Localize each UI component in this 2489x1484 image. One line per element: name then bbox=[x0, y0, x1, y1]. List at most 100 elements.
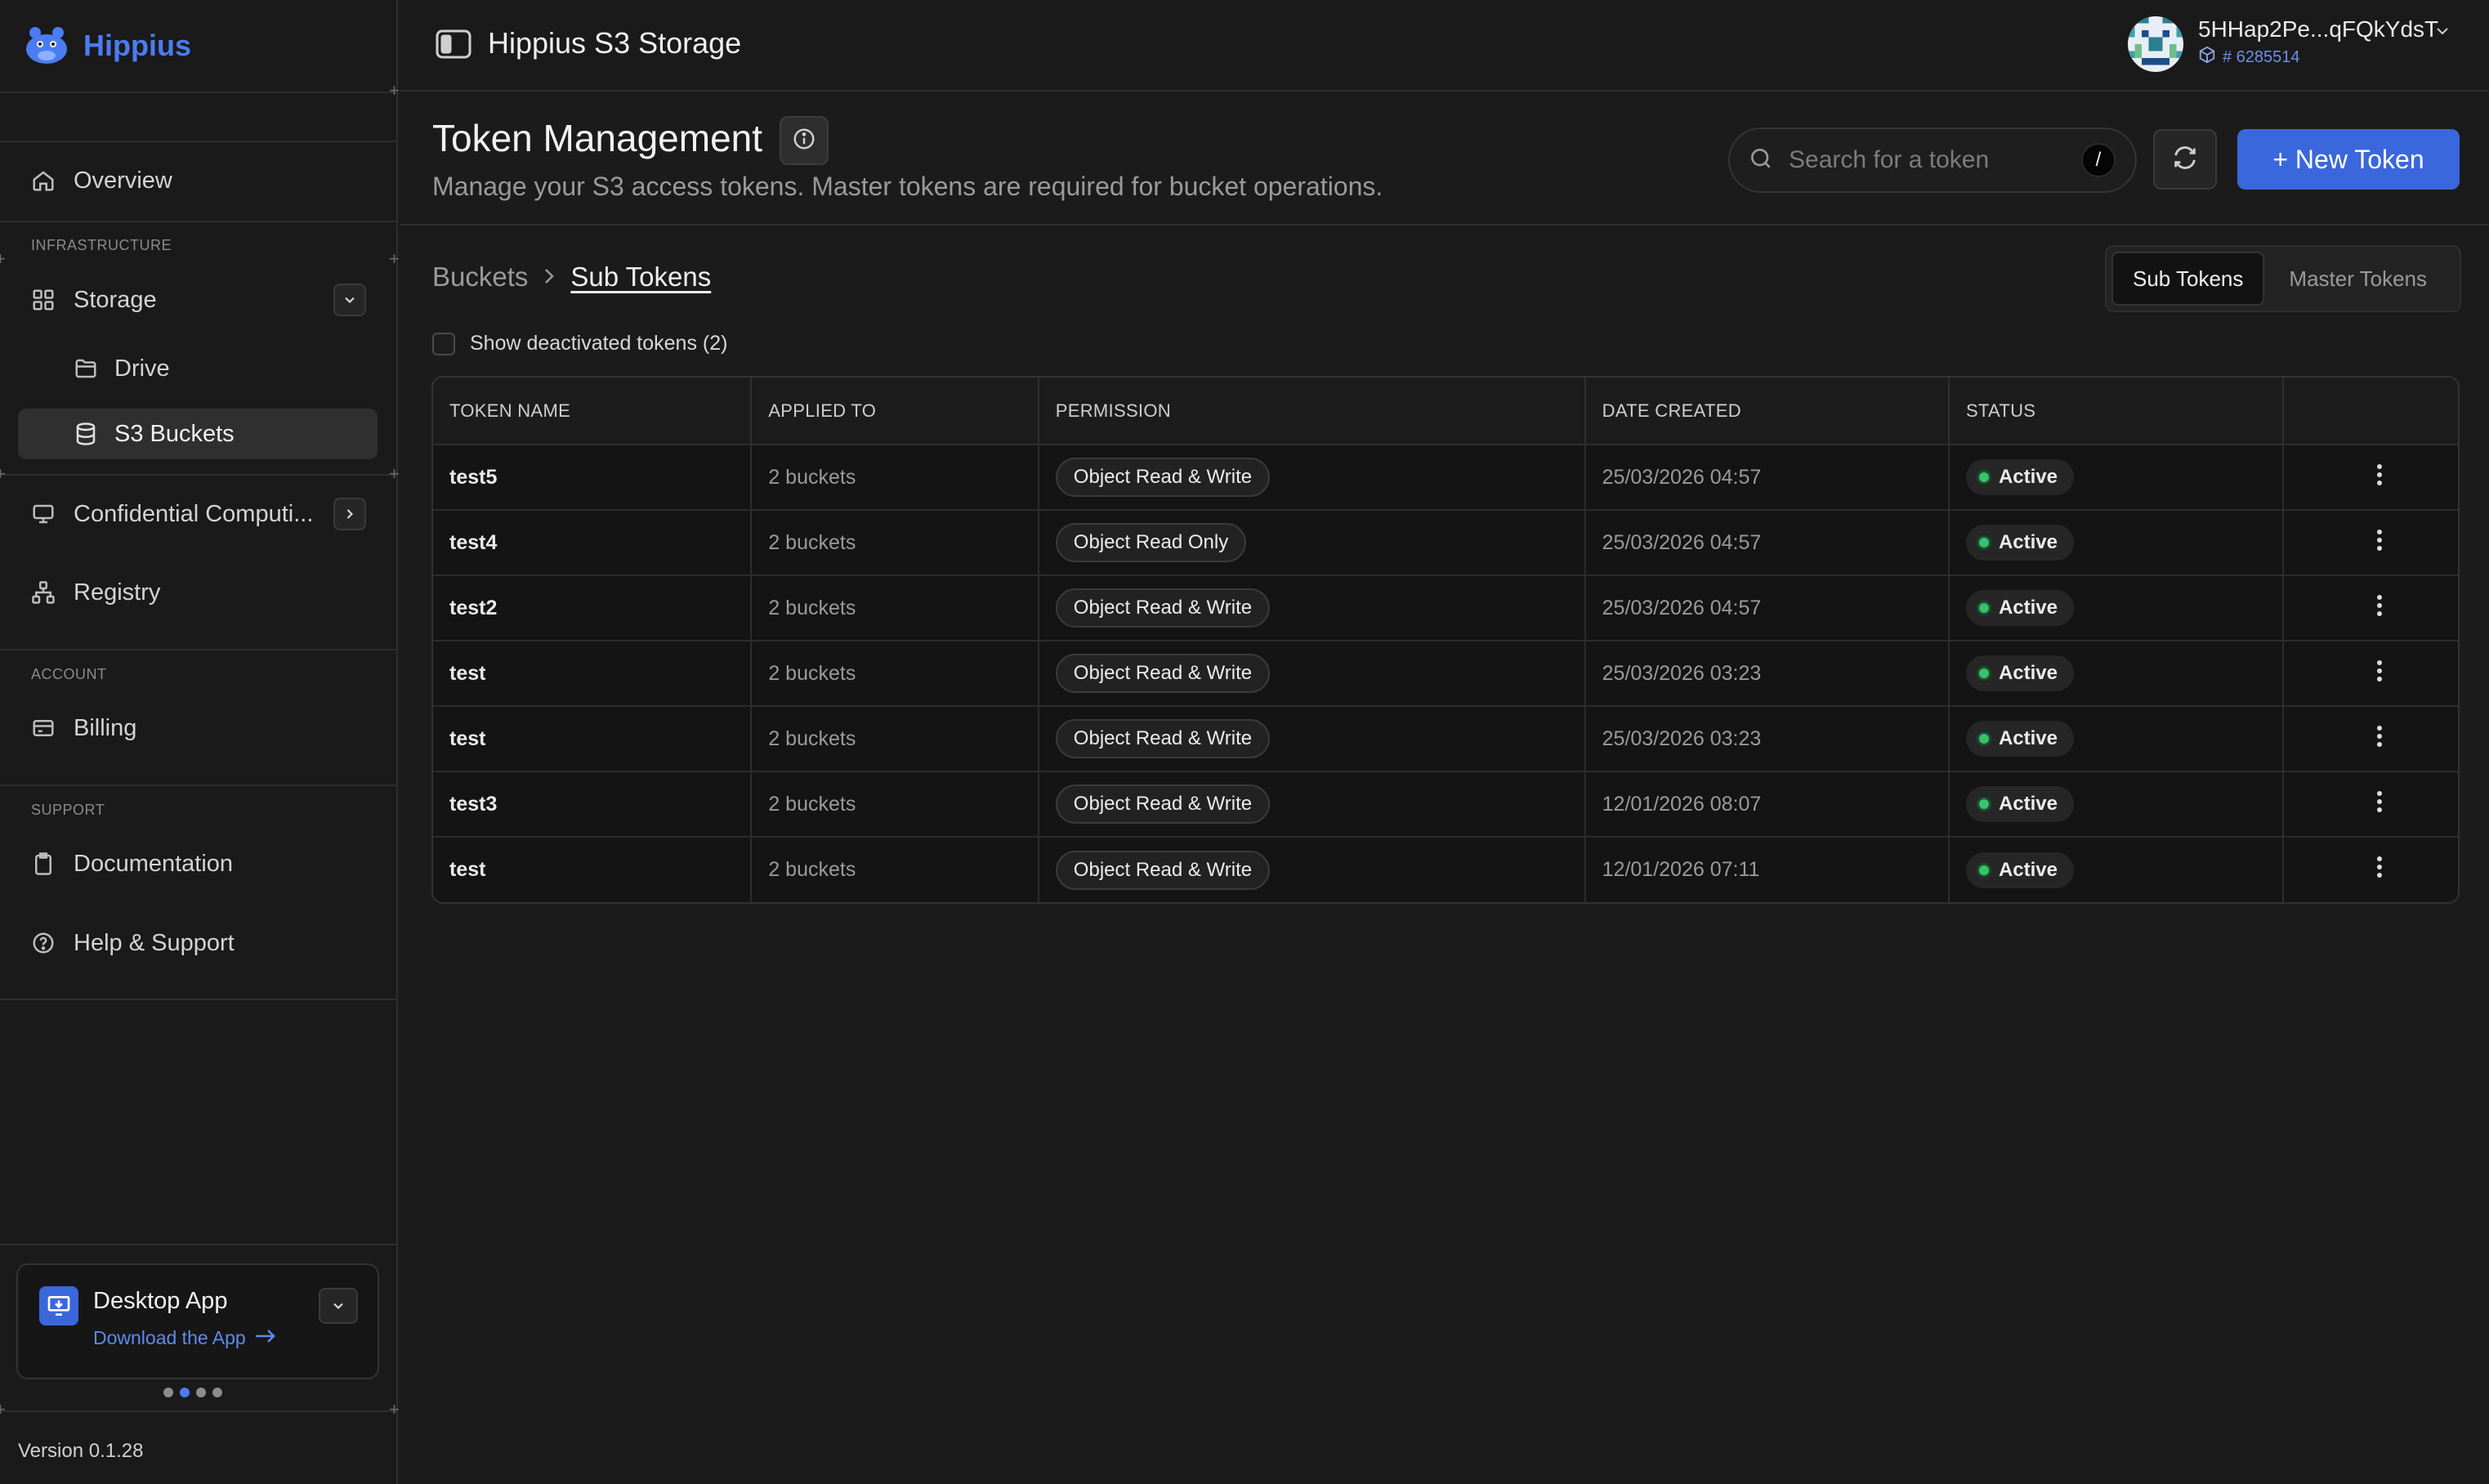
sidebar-item-label: S3 Buckets bbox=[114, 420, 235, 447]
divider bbox=[0, 1244, 398, 1245]
network-icon bbox=[29, 579, 57, 606]
status-badge: Active bbox=[1965, 459, 2074, 495]
table-row[interactable]: test 2 buckets Object Read & Write 25/03/20… bbox=[433, 706, 2458, 772]
section-label-support: SUPPORT bbox=[31, 802, 105, 818]
carousel-dot[interactable] bbox=[196, 1388, 206, 1397]
user-id: # 6285514 bbox=[2198, 46, 2300, 69]
row-menu-button[interactable] bbox=[2300, 463, 2458, 493]
kebab-icon bbox=[2375, 528, 2384, 558]
home-icon bbox=[29, 167, 57, 194]
status-cell: Active bbox=[1948, 641, 2285, 707]
info-button[interactable] bbox=[780, 116, 829, 165]
status-cell: Active bbox=[1948, 837, 2285, 902]
sidebar-item-label: Help & Support bbox=[74, 929, 235, 956]
date-created: 12/01/2026 07:11 bbox=[1584, 837, 1950, 902]
carousel-dot[interactable] bbox=[163, 1388, 173, 1397]
user-address[interactable]: 5HHap2Pe...qFQkYdsT bbox=[2198, 16, 2438, 42]
table-row[interactable]: test5 2 buckets Object Read & Write 25/03/2… bbox=[433, 445, 2458, 511]
sidebar-item-documentation[interactable]: Documentation bbox=[18, 838, 378, 889]
row-menu-button[interactable] bbox=[2300, 724, 2458, 754]
section-label-account: ACCOUNT bbox=[31, 666, 107, 682]
sidebar-item-confidential-computing[interactable]: Confidential Computi... bbox=[18, 489, 378, 539]
chevron-down-icon[interactable] bbox=[319, 1288, 358, 1324]
sidebar-item-s3-buckets[interactable]: S3 Buckets bbox=[18, 409, 378, 459]
status-label: Active bbox=[1998, 662, 2058, 684]
row-menu-button[interactable] bbox=[2300, 528, 2458, 558]
applied-to: 2 buckets bbox=[751, 510, 1039, 576]
sidebar-toggle-icon[interactable] bbox=[436, 29, 471, 59]
plus-marker: + bbox=[0, 1399, 6, 1419]
kebab-icon bbox=[2375, 789, 2384, 820]
user-id-label: # 6285514 bbox=[2223, 47, 2300, 66]
breadcrumb-buckets[interactable]: Buckets bbox=[432, 261, 528, 293]
status-label: Active bbox=[1998, 793, 2058, 815]
permission-cell: Object Read & Write bbox=[1038, 837, 1586, 902]
row-menu-button[interactable] bbox=[2300, 789, 2458, 820]
status-cell: Active bbox=[1948, 445, 2285, 511]
plus-marker: + bbox=[389, 80, 400, 101]
search-bar[interactable]: / bbox=[1728, 127, 2137, 193]
tab-sub-tokens[interactable]: Sub Tokens bbox=[2111, 252, 2265, 306]
status-label: Active bbox=[1998, 466, 2058, 488]
breadcrumb-sub-tokens[interactable]: Sub Tokens bbox=[570, 261, 711, 293]
chevron-down-icon[interactable] bbox=[2433, 21, 2452, 45]
sidebar-item-registry[interactable]: Registry bbox=[18, 567, 378, 618]
table-row[interactable]: test 2 buckets Object Read & Write 12/01/20… bbox=[433, 837, 2458, 902]
keyboard-shortcut-badge: / bbox=[2081, 143, 2116, 177]
column-header-applied-to[interactable]: APPLIED TO bbox=[751, 378, 1039, 445]
hippo-logo-icon bbox=[23, 23, 70, 69]
column-header-token-name[interactable]: TOKEN NAME bbox=[433, 378, 753, 445]
status-badge: Active bbox=[1965, 852, 2074, 888]
carousel-dot[interactable] bbox=[180, 1388, 190, 1397]
sidebar-item-overview[interactable]: Overview bbox=[18, 155, 378, 206]
permission-badge: Object Read & Write bbox=[1055, 784, 1271, 824]
permission-badge: Object Read & Write bbox=[1055, 850, 1271, 890]
column-header-permission[interactable]: PERMISSION bbox=[1038, 378, 1586, 445]
carousel-dot[interactable] bbox=[212, 1388, 222, 1397]
show-deactivated-toggle[interactable]: Show deactivated tokens (2) bbox=[432, 332, 727, 355]
brand-logo[interactable]: Hippius bbox=[23, 21, 191, 70]
kebab-icon bbox=[2375, 855, 2384, 885]
applied-to: 2 buckets bbox=[751, 706, 1039, 772]
table-row[interactable]: test2 2 buckets Object Read & Write 25/03/2… bbox=[433, 575, 2458, 641]
column-header-date-created[interactable]: DATE CREATED bbox=[1584, 378, 1950, 445]
refresh-icon bbox=[2171, 144, 2199, 176]
show-deactivated-checkbox[interactable] bbox=[432, 332, 455, 355]
actions-cell bbox=[2283, 837, 2458, 902]
status-label: Active bbox=[1998, 727, 2058, 749]
page-subtitle: Manage your S3 access tokens. Master tok… bbox=[432, 172, 1383, 201]
tab-master-tokens[interactable]: Master Tokens bbox=[2269, 252, 2447, 306]
status-dot-icon bbox=[1978, 865, 1989, 875]
status-cell: Active bbox=[1948, 771, 2285, 838]
actions-cell bbox=[2283, 771, 2458, 838]
kebab-icon bbox=[2375, 724, 2384, 754]
card-icon bbox=[29, 714, 57, 742]
row-menu-button[interactable] bbox=[2300, 593, 2458, 624]
table-row[interactable]: test3 2 buckets Object Read & Write 12/01/2… bbox=[433, 771, 2458, 838]
token-name: test bbox=[433, 706, 753, 772]
column-header-status[interactable]: STATUS bbox=[1948, 378, 2285, 445]
table-row[interactable]: test4 2 buckets Object Read Only 25/03/2026… bbox=[433, 510, 2458, 576]
avatar[interactable] bbox=[2128, 16, 2183, 72]
search-input[interactable] bbox=[1789, 146, 2067, 174]
folder-icon bbox=[72, 355, 100, 382]
row-menu-button[interactable] bbox=[2300, 659, 2458, 689]
download-app-link[interactable]: Download the App bbox=[93, 1327, 277, 1349]
chevron-right-icon[interactable] bbox=[333, 498, 366, 530]
new-token-button[interactable]: + New Token bbox=[2237, 129, 2460, 190]
sidebar-item-help-support[interactable]: Help & Support bbox=[18, 918, 378, 968]
sidebar-item-storage[interactable]: Storage bbox=[18, 275, 378, 325]
permission-cell: Object Read & Write bbox=[1038, 771, 1586, 838]
token-type-tabs: Sub Tokens Master Tokens bbox=[2105, 245, 2461, 312]
plus-marker: + bbox=[0, 463, 6, 484]
status-dot-icon bbox=[1978, 668, 1989, 678]
row-menu-button[interactable] bbox=[2300, 855, 2458, 885]
chevron-right-icon bbox=[541, 261, 557, 293]
sidebar-item-billing[interactable]: Billing bbox=[18, 703, 378, 753]
section-label-infrastructure: INFRASTRUCTURE bbox=[31, 237, 172, 253]
sidebar-item-drive[interactable]: Drive bbox=[18, 343, 378, 394]
sidebar-item-label: Registry bbox=[74, 579, 161, 606]
table-row[interactable]: test 2 buckets Object Read & Write 25/03/20… bbox=[433, 641, 2458, 707]
chevron-down-icon[interactable] bbox=[333, 284, 366, 316]
refresh-button[interactable] bbox=[2153, 129, 2217, 190]
